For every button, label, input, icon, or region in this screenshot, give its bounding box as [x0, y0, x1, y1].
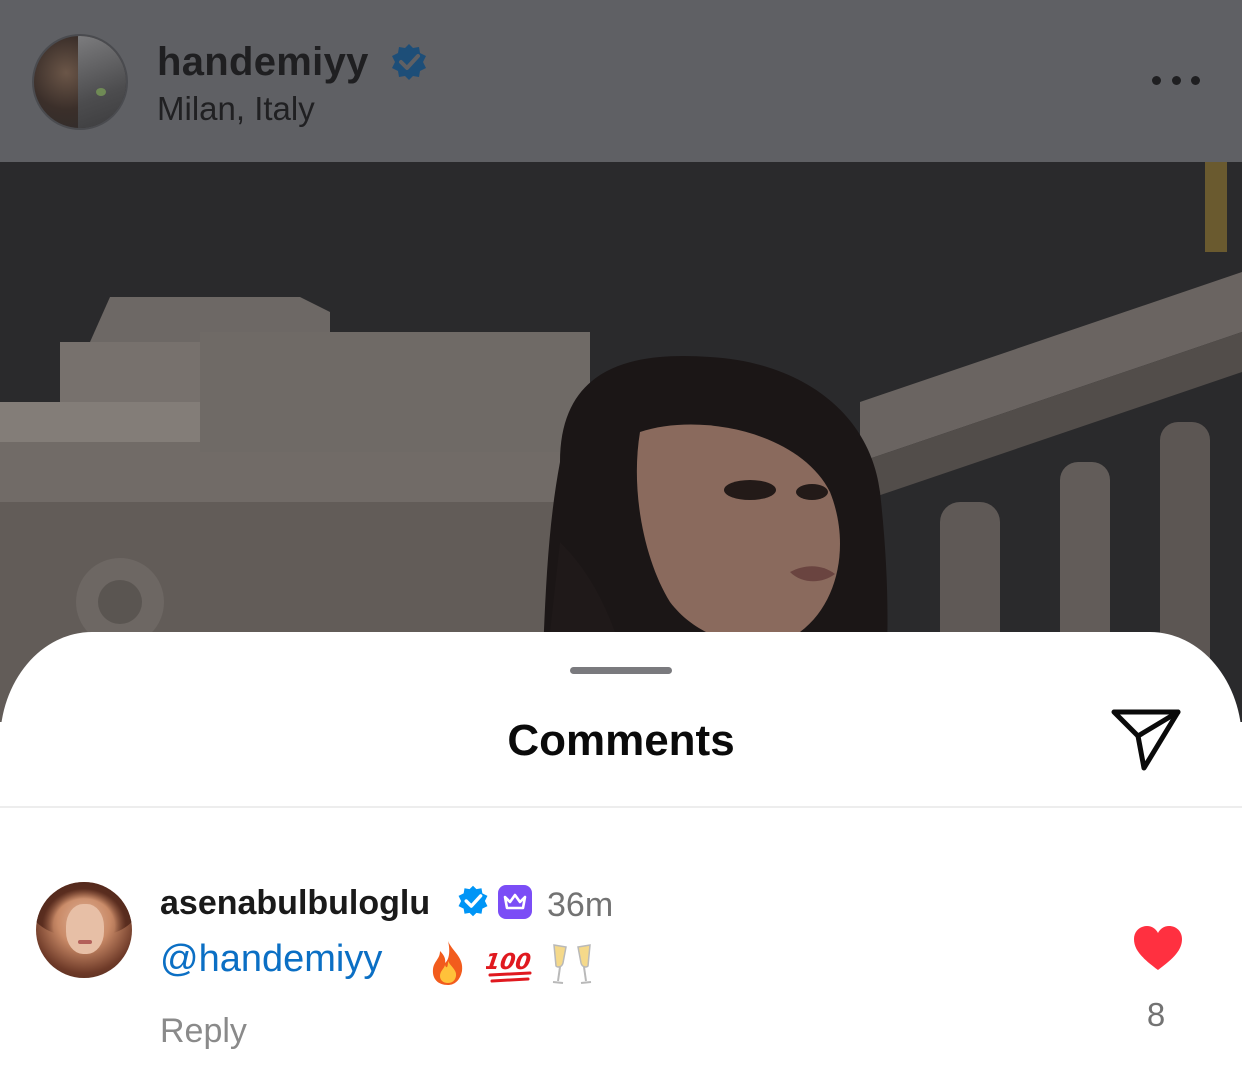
more-dot — [1152, 75, 1161, 85]
more-dot — [1171, 75, 1181, 85]
crown-glyph — [503, 893, 527, 910]
avatar-face — [66, 904, 104, 954]
more-dot — [1191, 75, 1200, 85]
post-header: handemiyy Milan, Italy — [0, 0, 1242, 162]
avatar-cat-half — [78, 36, 126, 128]
reply-button[interactable]: Reply — [160, 1012, 247, 1051]
sheet-title: Comments — [507, 716, 735, 765]
fire-emoji-icon — [432, 941, 463, 985]
heart-filled-icon[interactable] — [1132, 924, 1184, 972]
sheet-grabber[interactable] — [570, 667, 672, 674]
post-location[interactable]: Milan, Italy — [157, 90, 315, 128]
commenter-avatar[interactable] — [36, 882, 132, 978]
verified-badge-icon — [458, 885, 488, 917]
crown-icon — [498, 885, 532, 919]
commenter-username[interactable]: asenabulbuloglu — [160, 884, 430, 923]
comment-timestamp: 36m — [547, 886, 614, 924]
comment-emojis: 100 — [424, 938, 596, 988]
post-author-username[interactable]: handemiyy — [157, 40, 369, 85]
comment-mention[interactable]: @handemiyy — [160, 938, 382, 981]
post-author-avatar[interactable] — [32, 34, 128, 130]
clinking-glasses-emoji-icon — [552, 944, 592, 984]
svg-text:100: 100 — [486, 949, 532, 975]
hundred-points-emoji-icon: 100 — [486, 949, 532, 983]
more-horizontal-icon[interactable] — [1148, 64, 1204, 96]
verified-badge-icon — [392, 44, 426, 80]
comments-sheet: Comments asenabulbuloglu 36m @handemiyy … — [0, 632, 1242, 1074]
avatar-cat-eye — [96, 88, 106, 96]
paper-plane-icon[interactable] — [1110, 706, 1182, 774]
like-count: 8 — [1146, 996, 1166, 1033]
sheet-divider — [0, 806, 1242, 808]
avatar-mouth — [78, 940, 92, 944]
